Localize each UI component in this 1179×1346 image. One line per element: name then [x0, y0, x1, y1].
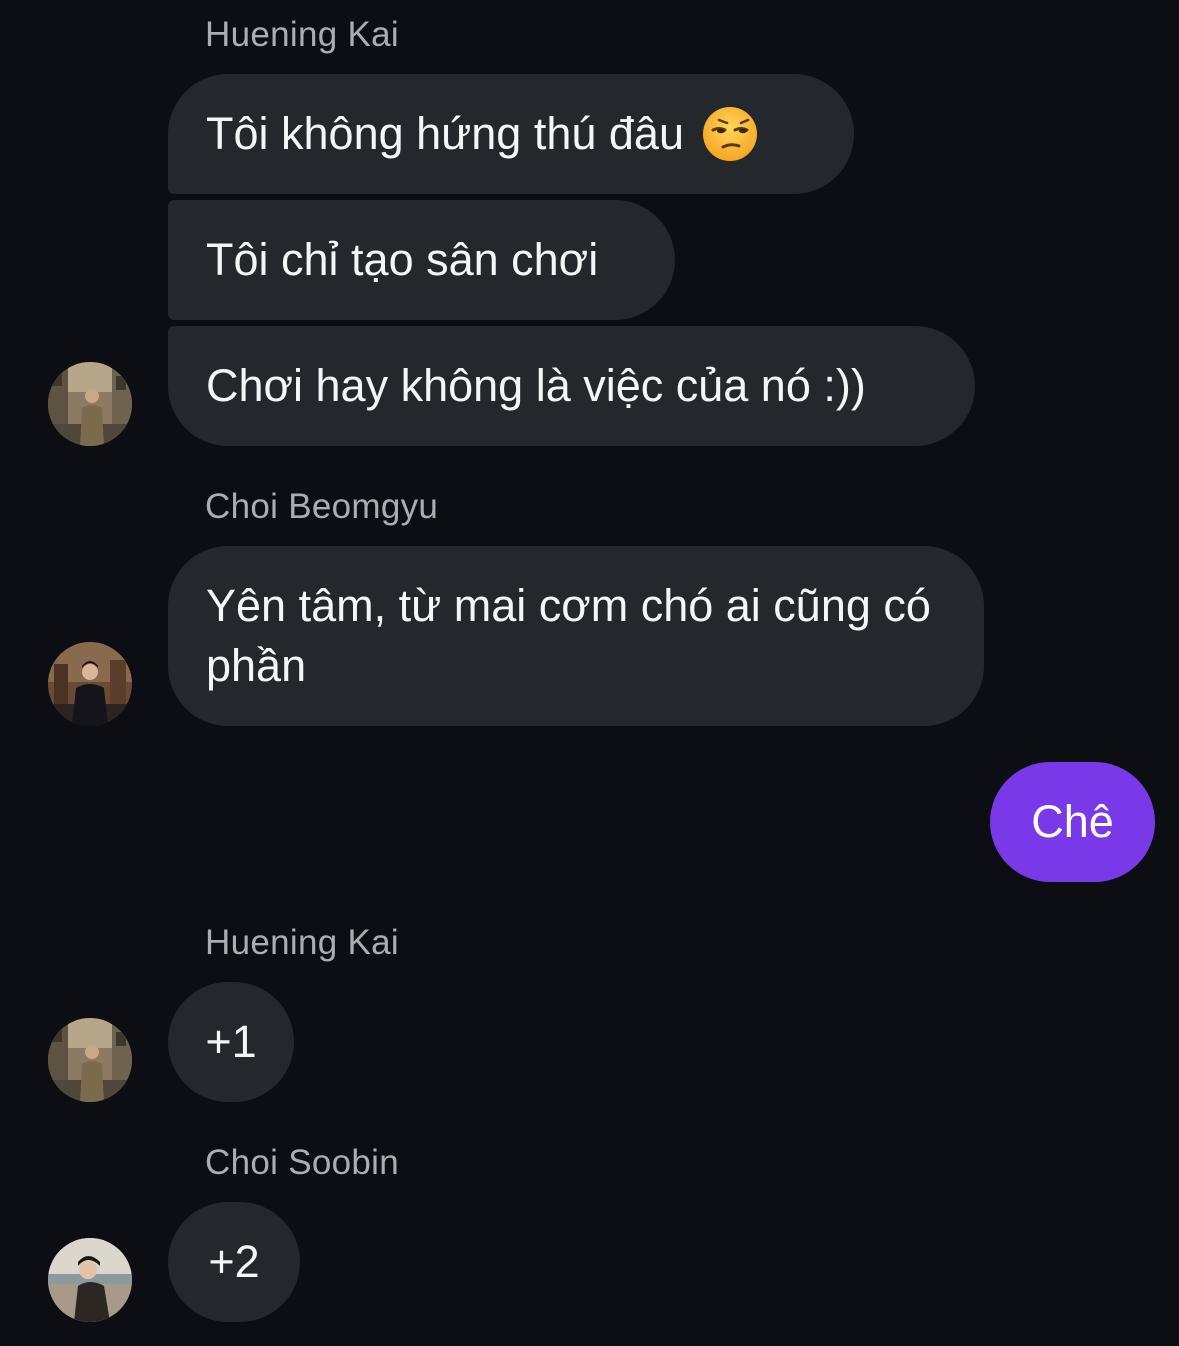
message-text: Tôi không hứng thú đâu: [206, 108, 684, 159]
message-bubble[interactable]: +2: [168, 1202, 300, 1322]
message-text: Yên tâm, từ mai cơm chó ai cũng có phần: [206, 580, 931, 691]
message-text: Tôi chỉ tạo sân chơi: [206, 234, 599, 285]
avatar-choi-beomgyu[interactable]: [48, 642, 132, 726]
avatar-choi-soobin[interactable]: [48, 1238, 132, 1322]
message-text: Chê: [1031, 796, 1114, 847]
message-text: Chơi hay không là việc của nó :)): [206, 360, 866, 411]
message-bubble[interactable]: Tôi chỉ tạo sân chơi: [168, 200, 675, 320]
message-bubble[interactable]: +1: [168, 982, 294, 1102]
outgoing-message-bubble[interactable]: Chê: [990, 762, 1155, 882]
sender-name-choi-beomgyu: Choi Beomgyu: [205, 487, 439, 526]
avatar-huening-kai[interactable]: [48, 1018, 132, 1102]
message-bubble[interactable]: Tôi không hứng thú đâu: [168, 74, 854, 194]
sender-name-choi-soobin: Choi Soobin: [205, 1143, 399, 1182]
sender-name-huening-kai: Huening Kai: [205, 15, 399, 54]
sender-name-huening-kai: Huening Kai: [205, 923, 399, 962]
message-text: +1: [205, 1016, 257, 1067]
message-bubble[interactable]: Chơi hay không là việc của nó :)): [168, 326, 975, 446]
avatar-huening-kai[interactable]: [48, 362, 132, 446]
message-bubble[interactable]: Yên tâm, từ mai cơm chó ai cũng có phần: [168, 546, 984, 726]
unamused-face-emoji-icon: [702, 106, 758, 162]
message-text: +2: [208, 1236, 260, 1287]
